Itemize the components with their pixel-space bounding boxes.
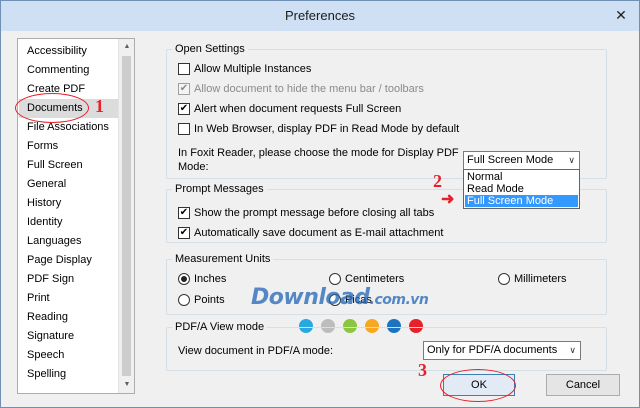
points-radio[interactable] [178,294,190,306]
pdfa-mode-label: View document in PDF/A mode: [178,345,334,357]
prompt-messages-title: Prompt Messages [172,182,267,196]
sidebar-item-print[interactable]: Print [27,289,50,308]
show-prompt-label: Show the prompt message before closing a… [194,207,435,219]
sidebar-item-signature[interactable]: Signature [27,327,74,346]
display-mode-options-list[interactable]: Normal Read Mode Full Screen Mode [463,169,580,209]
millimeters-label: Millimeters [514,273,567,285]
pdfa-view-mode-title: PDF/A View mode [172,320,268,334]
pdfa-mode-select[interactable]: Only for PDF/A documents ∨ [423,341,581,360]
sidebar-item-spelling[interactable]: Spelling [27,365,66,384]
scroll-up-arrow-icon[interactable]: ▲ [119,39,134,55]
display-mode-option-read-mode[interactable]: Read Mode [465,183,578,195]
annotation-step-1: 1 [95,96,104,116]
title-bar: Preferences ✕ [1,1,639,31]
check-icon: ✔ [179,103,189,114]
window-title: Preferences [284,8,356,23]
auto-save-email-checkbox[interactable]: ✔ [178,227,190,239]
annotation-step-3: 3 [418,360,427,380]
centimeters-label: Centimeters [345,273,405,285]
sidebar-item-speech[interactable]: Speech [27,346,64,365]
inches-radio[interactable] [178,273,190,285]
web-browser-read-mode-checkbox[interactable] [178,123,190,135]
sidebar-item-full-screen[interactable]: Full Screen [27,156,83,175]
sidebar-item-accessibility[interactable]: Accessibility [27,42,87,61]
inches-label: Inches [194,273,227,285]
open-settings-title: Open Settings [172,42,248,56]
alert-full-screen-checkbox[interactable]: ✔ [178,103,190,115]
scroll-down-arrow-icon[interactable]: ▼ [119,377,134,393]
pdfa-mode-value: Only for PDF/A documents [427,344,558,356]
hide-menu-bar-label: Allow document to hide the menu bar / to… [194,83,424,95]
display-mode-value: Full Screen Mode [467,154,554,166]
chevron-down-icon: ∨ [569,345,576,355]
sidebar-item-languages[interactable]: Languages [27,232,81,251]
category-list[interactable]: Accessibility Commenting Create PDF Docu… [17,38,135,394]
centimeters-radio[interactable] [329,273,341,285]
display-mode-option-normal[interactable]: Normal [465,171,578,183]
show-prompt-checkbox[interactable]: ✔ [178,207,190,219]
display-mode-select[interactable]: Full Screen Mode ∨ [463,151,580,170]
arrow-right-icon: ➜ [441,191,455,208]
chevron-down-icon: ∨ [568,155,575,165]
sidebar-item-commenting[interactable]: Commenting [27,61,89,80]
annotation-circle-ok [440,369,516,402]
cancel-button[interactable]: Cancel [546,374,620,396]
download-watermark: Download.com.vn [251,285,429,310]
allow-multiple-instances-checkbox[interactable] [178,63,190,75]
sidebar-item-forms[interactable]: Forms [27,137,58,156]
millimeters-radio[interactable] [498,273,510,285]
sidebar-scrollbar[interactable]: ▲ ▼ [118,39,134,393]
check-icon: ✔ [179,227,189,238]
sidebar-item-pdf-sign[interactable]: PDF Sign [27,270,74,289]
auto-save-email-label: Automatically save document as E-mail at… [194,227,444,239]
close-icon[interactable]: ✕ [611,6,631,24]
check-icon: ✔ [179,83,189,94]
radio-selected-dot [181,276,187,282]
hide-menu-bar-checkbox[interactable]: ✔ [178,83,190,95]
display-mode-label: In Foxit Reader, please choose the mode … [178,147,459,159]
scrollbar-thumb[interactable] [122,56,131,376]
sidebar-item-reading[interactable]: Reading [27,308,68,327]
display-mode-label-cont: Mode: [178,161,209,173]
points-label: Points [194,294,225,306]
annotation-circle-documents [15,93,89,123]
sidebar-item-history[interactable]: History [27,194,61,213]
preferences-dialog: Preferences ✕ Accessibility Commenting C… [0,0,640,408]
alert-full-screen-label: Alert when document requests Full Screen [194,103,402,115]
sidebar-item-page-display[interactable]: Page Display [27,251,92,270]
sidebar-item-general[interactable]: General [27,175,66,194]
display-mode-option-full-screen[interactable]: Full Screen Mode [465,195,578,207]
allow-multiple-instances-label: Allow Multiple Instances [194,63,312,75]
sidebar-item-identity[interactable]: Identity [27,213,62,232]
web-browser-read-mode-label: In Web Browser, display PDF in Read Mode… [194,123,460,135]
annotation-step-2: 2 [433,171,442,191]
check-icon: ✔ [179,207,189,218]
measurement-units-title: Measurement Units [172,252,274,266]
